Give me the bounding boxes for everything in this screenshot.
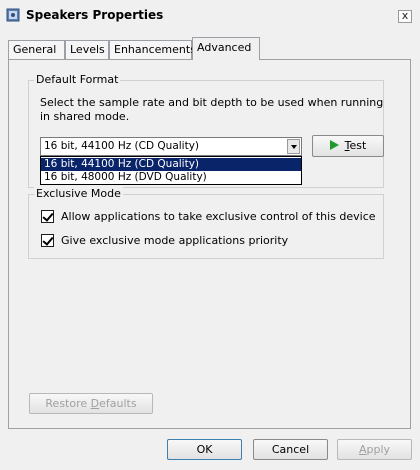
close-button[interactable]: x <box>398 10 412 23</box>
apply-button-mnemonic: A <box>358 443 367 456</box>
test-button[interactable]: Test <box>312 135 384 157</box>
checkmark-icon <box>42 210 54 222</box>
exclusive-priority-label[interactable]: Give exclusive mode applications priorit… <box>61 234 288 247</box>
speaker-icon <box>6 8 20 22</box>
apply-button-label: pply <box>366 443 391 456</box>
allow-exclusive-label[interactable]: Allow applications to take exclusive con… <box>61 210 376 223</box>
ok-button-label: OK <box>196 443 213 456</box>
default-format-title: Default Format <box>34 73 121 86</box>
apply-button[interactable]: Apply <box>337 439 412 460</box>
sample-rate-value: 16 bit, 44100 Hz (CD Quality) <box>44 140 200 152</box>
speakers-properties-dialog: Speakers Properties x General Levels Enh… <box>0 0 420 470</box>
allow-exclusive-checkbox[interactable] <box>41 210 54 223</box>
default-format-description: Select the sample rate and bit depth to … <box>40 96 384 123</box>
cancel-button[interactable]: Cancel <box>253 439 328 460</box>
tab-label: Advanced <box>197 41 252 54</box>
tab-advanced[interactable]: Advanced <box>192 37 260 60</box>
tab-label: Levels <box>70 43 105 56</box>
close-icon: x <box>401 9 409 22</box>
restore-defaults-label-start: Restore <box>45 397 91 410</box>
dropdown-option-cd-quality[interactable]: 16 bit, 44100 Hz (CD Quality) <box>41 158 301 171</box>
ok-button[interactable]: OK <box>167 439 242 460</box>
title-bar[interactable]: Speakers Properties x <box>0 0 420 30</box>
cancel-button-label: Cancel <box>271 443 310 456</box>
tab-enhancements[interactable]: Enhancements <box>109 40 196 59</box>
sample-rate-dropdown: 16 bit, 44100 Hz (CD Quality) 16 bit, 48… <box>40 156 302 185</box>
tab-general[interactable]: General <box>8 40 65 59</box>
tab-levels[interactable]: Levels <box>65 40 109 59</box>
restore-defaults-mnemonic: D <box>90 397 100 410</box>
tab-label: Enhancements <box>114 43 196 56</box>
exclusive-mode-title: Exclusive Mode <box>34 187 123 200</box>
chevron-down-icon[interactable] <box>287 139 300 154</box>
restore-defaults-button[interactable]: Restore Defaults <box>29 393 153 414</box>
dropdown-option-dvd-quality[interactable]: 16 bit, 48000 Hz (DVD Quality) <box>41 171 301 184</box>
sample-rate-select[interactable]: 16 bit, 44100 Hz (CD Quality) <box>40 137 302 156</box>
restore-defaults-label-end: efaults <box>99 397 137 410</box>
window-title: Speakers Properties <box>26 8 164 22</box>
tab-label: General <box>13 43 57 56</box>
play-icon <box>329 140 339 150</box>
checkmark-icon <box>42 234 54 246</box>
exclusive-mode-group <box>28 194 384 259</box>
test-button-label: est <box>349 139 367 152</box>
exclusive-priority-checkbox[interactable] <box>41 234 54 247</box>
